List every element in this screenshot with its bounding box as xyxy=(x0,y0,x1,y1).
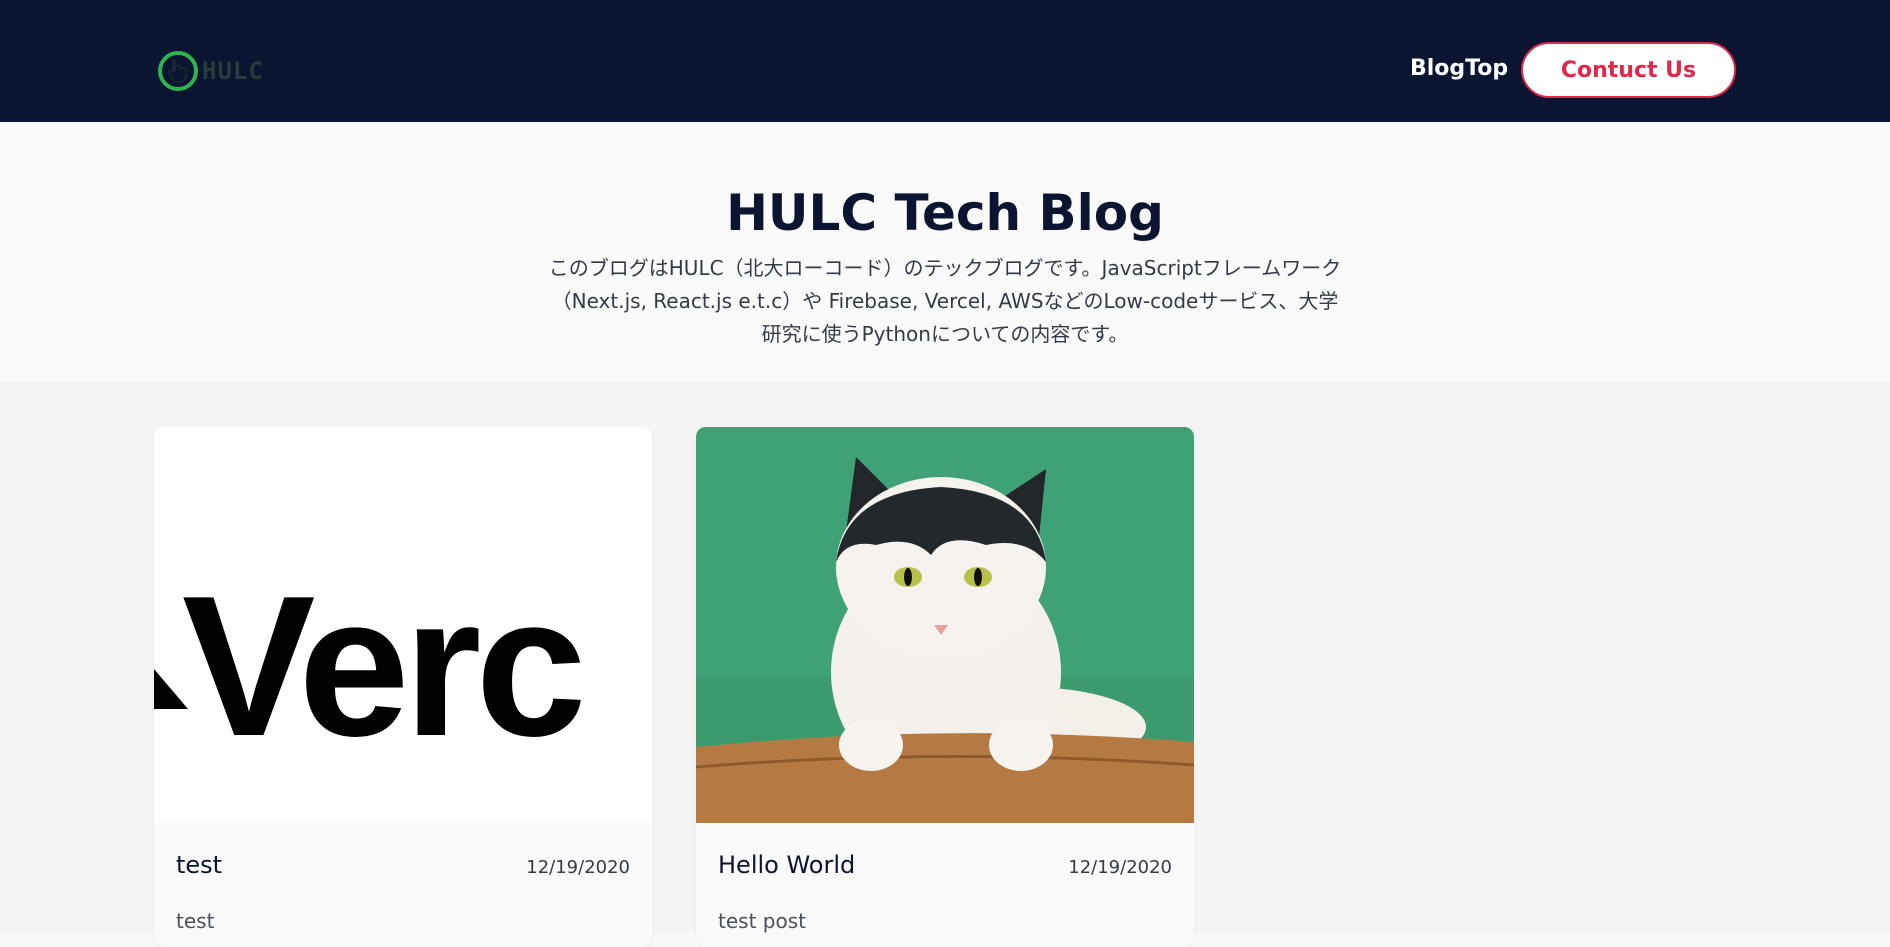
nav-link-blogtop[interactable]: BlogTop xyxy=(1410,56,1508,81)
post-list: Verc test 12/19/2020 test Hello World 12… xyxy=(0,382,1890,947)
post-title[interactable]: test xyxy=(176,851,222,879)
post-date: 12/19/2020 xyxy=(526,857,630,878)
post-title[interactable]: Hello World xyxy=(718,851,855,879)
vercel-logo-text: Verc xyxy=(182,555,581,778)
pointer-hand-icon xyxy=(158,51,198,91)
logo-text: HULC xyxy=(202,57,264,85)
post-excerpt: test xyxy=(176,909,215,933)
post-thumbnail-cat-photo[interactable] xyxy=(696,427,1194,823)
blog-description: このブログはHULC（北大ローコード）のテックブログです。JavaScriptフ… xyxy=(548,256,1342,346)
post-thumbnail-vercel-logo[interactable]: Verc xyxy=(154,427,652,823)
post-excerpt: test post xyxy=(718,909,806,933)
post-date: 12/19/2020 xyxy=(1068,857,1172,878)
hero-section: HULC Tech Blog このブログはHULC（北大ローコード）のテックブロ… xyxy=(0,122,1890,382)
post-card[interactable]: Verc test 12/19/2020 test xyxy=(154,427,652,947)
site-logo[interactable]: HULC xyxy=(158,46,264,96)
page-title: HULC Tech Blog xyxy=(726,184,1164,242)
top-navbar: HULC BlogTop Contuct Us xyxy=(0,0,1890,122)
post-card[interactable]: Hello World 12/19/2020 test post xyxy=(696,427,1194,947)
contact-button[interactable]: Contuct Us xyxy=(1521,42,1736,98)
